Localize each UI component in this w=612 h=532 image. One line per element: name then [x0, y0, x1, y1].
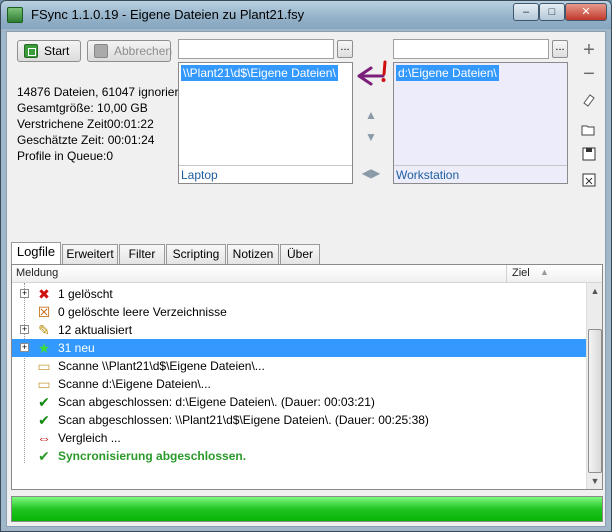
progress-bar: [11, 496, 603, 522]
app-icon: [7, 7, 23, 23]
column-target[interactable]: Ziel: [512, 267, 530, 279]
log-row[interactable]: + ✎ 12 aktualisiert: [12, 321, 586, 339]
start-button[interactable]: Start: [17, 40, 81, 62]
maximize-button[interactable]: □: [539, 3, 565, 21]
total-size: Gesamtgröße: 10,00 GB: [17, 101, 148, 115]
cancel-icon: [94, 44, 108, 58]
start-icon: [24, 44, 38, 58]
success-icon: ✔: [38, 448, 50, 464]
deleted-icon: ✖: [38, 286, 50, 302]
elapsed-time: Verstrichene Zeit00:01:22: [17, 117, 154, 131]
minimize-button[interactable]: –: [513, 3, 539, 21]
log-row[interactable]: ▭ Scanne d:\Eigene Dateien\...: [12, 375, 586, 393]
status-info: 14876 Dateien, 61047 ignorierte Gesamtgr…: [17, 84, 179, 164]
new-icon: ★: [37, 340, 51, 356]
cancel-button[interactable]: Abbrechen: [87, 40, 173, 62]
log-text: Scanne d:\Eigene Dateien\...: [58, 377, 211, 391]
tab-filter[interactable]: Filter: [119, 244, 165, 264]
estimated-time: Geschätzte Zeit: 00:01:24: [17, 133, 155, 147]
close-file-icon[interactable]: [581, 172, 597, 188]
folder-open-icon[interactable]: [581, 122, 597, 138]
tab-logfile[interactable]: Logfile: [11, 242, 61, 265]
progress-fill: [12, 497, 602, 521]
log-text: 31 neu: [58, 341, 95, 355]
move-down-icon[interactable]: ▼: [363, 130, 379, 144]
remove-profile-icon[interactable]: −: [581, 64, 597, 84]
add-profile-icon[interactable]: +: [581, 40, 597, 60]
check-icon: ✔: [38, 412, 50, 428]
main-panel: Start Abbrechen 14876 Dateien, 61047 ign…: [6, 31, 606, 527]
log-text: Scan abgeschlossen: \\Plant21\d$\Eigene …: [58, 413, 429, 427]
log-row[interactable]: + ✖ 1 gelöscht: [12, 285, 586, 303]
right-browse-button[interactable]: ...: [552, 40, 568, 58]
scan-icon: ▭: [37, 376, 51, 392]
sort-ascending-icon: ▲: [540, 267, 549, 277]
left-path-input[interactable]: [178, 39, 334, 59]
scroll-down-icon[interactable]: ▼: [587, 473, 603, 489]
tab-notizen[interactable]: Notizen: [227, 244, 279, 264]
log-row[interactable]: ✔ Syncronisierung abgeschlossen.: [12, 447, 586, 465]
log-header: Meldung Ziel ▲: [12, 265, 602, 283]
right-path-item[interactable]: d:\Eigene Dateien\: [396, 65, 499, 81]
window-title: FSync 1.1.0.19 - Eigene Dateien zu Plant…: [31, 7, 305, 22]
column-separator[interactable]: [506, 265, 507, 283]
log-row[interactable]: ✔ Scan abgeschlossen: \\Plant21\d$\Eigen…: [12, 411, 586, 429]
expand-icon[interactable]: +: [20, 325, 29, 334]
left-browse-button[interactable]: ...: [337, 40, 353, 58]
eraser-icon[interactable]: [581, 92, 597, 108]
move-up-icon[interactable]: ▲: [363, 108, 379, 122]
cancel-label: Abbrechen: [114, 44, 173, 58]
column-message[interactable]: Meldung: [16, 267, 58, 279]
scroll-up-icon[interactable]: ▲: [587, 283, 603, 299]
left-side-name: Laptop: [179, 165, 352, 183]
log-text: Scan abgeschlossen: d:\Eigene Dateien\. …: [58, 395, 375, 409]
log-scrollbar[interactable]: ▲ ▼: [586, 283, 602, 489]
log-text: Vergleich ...: [58, 431, 121, 445]
swap-sides-icon[interactable]: ◀▶: [359, 166, 383, 180]
log-text: Scanne \\Plant21\d$\Eigene Dateien\...: [58, 359, 265, 373]
title-bar[interactable]: FSync 1.1.0.19 - Eigene Dateien zu Plant…: [1, 1, 611, 29]
queue-count: Profile in Queue:0: [17, 149, 114, 163]
sync-direction-icon[interactable]: [357, 60, 391, 88]
log-text-success: Syncronisierung abgeschlossen.: [58, 449, 247, 463]
scan-icon: ▭: [37, 358, 51, 374]
left-path-item[interactable]: \\Plant21\d$\Eigene Dateien\: [181, 65, 338, 81]
log-row[interactable]: ☒ 0 gelöschte leere Verzeichnisse: [12, 303, 586, 321]
tab-scripting[interactable]: Scripting: [166, 244, 226, 264]
log-text: 1 gelöscht: [58, 287, 113, 301]
expand-icon[interactable]: +: [20, 343, 29, 352]
save-icon[interactable]: [581, 146, 597, 162]
scrollbar-thumb[interactable]: [588, 329, 602, 473]
log-row-selected[interactable]: + ★ 31 neu: [12, 339, 586, 357]
close-button[interactable]: ✕: [565, 3, 607, 21]
app-window: FSync 1.1.0.19 - Eigene Dateien zu Plant…: [0, 0, 612, 532]
tab-ueber[interactable]: Über: [280, 244, 320, 264]
check-icon: ✔: [38, 394, 50, 410]
file-count: 14876 Dateien, 61047 ignorierte: [17, 85, 179, 99]
log-panel: Meldung Ziel ▲ + ✖ 1 gelöscht ☒ 0 gelösc…: [11, 264, 603, 490]
log-row[interactable]: ✔ Scan abgeschlossen: d:\Eigene Dateien\…: [12, 393, 586, 411]
right-path-input[interactable]: [393, 39, 549, 59]
start-label: Start: [44, 44, 70, 58]
tab-erweitert[interactable]: Erweitert: [62, 244, 118, 264]
log-row[interactable]: ▭ Scanne \\Plant21\d$\Eigene Dateien\...: [12, 357, 586, 375]
deleted-folder-icon: ☒: [37, 304, 51, 320]
log-text: 0 gelöschte leere Verzeichnisse: [58, 305, 227, 319]
updated-icon: ✎: [38, 322, 50, 338]
log-text: 12 aktualisiert: [58, 323, 133, 337]
expand-icon[interactable]: +: [20, 289, 29, 298]
right-path-list[interactable]: d:\Eigene Dateien\ Workstation: [393, 62, 568, 184]
compare-icon: ⇔: [37, 430, 51, 446]
right-side-name: Workstation: [394, 165, 567, 183]
log-list[interactable]: + ✖ 1 gelöscht ☒ 0 gelöschte leere Verze…: [12, 283, 586, 489]
left-path-list[interactable]: \\Plant21\d$\Eigene Dateien\ Laptop: [178, 62, 353, 184]
log-row[interactable]: ⇔ Vergleich ...: [12, 429, 586, 447]
